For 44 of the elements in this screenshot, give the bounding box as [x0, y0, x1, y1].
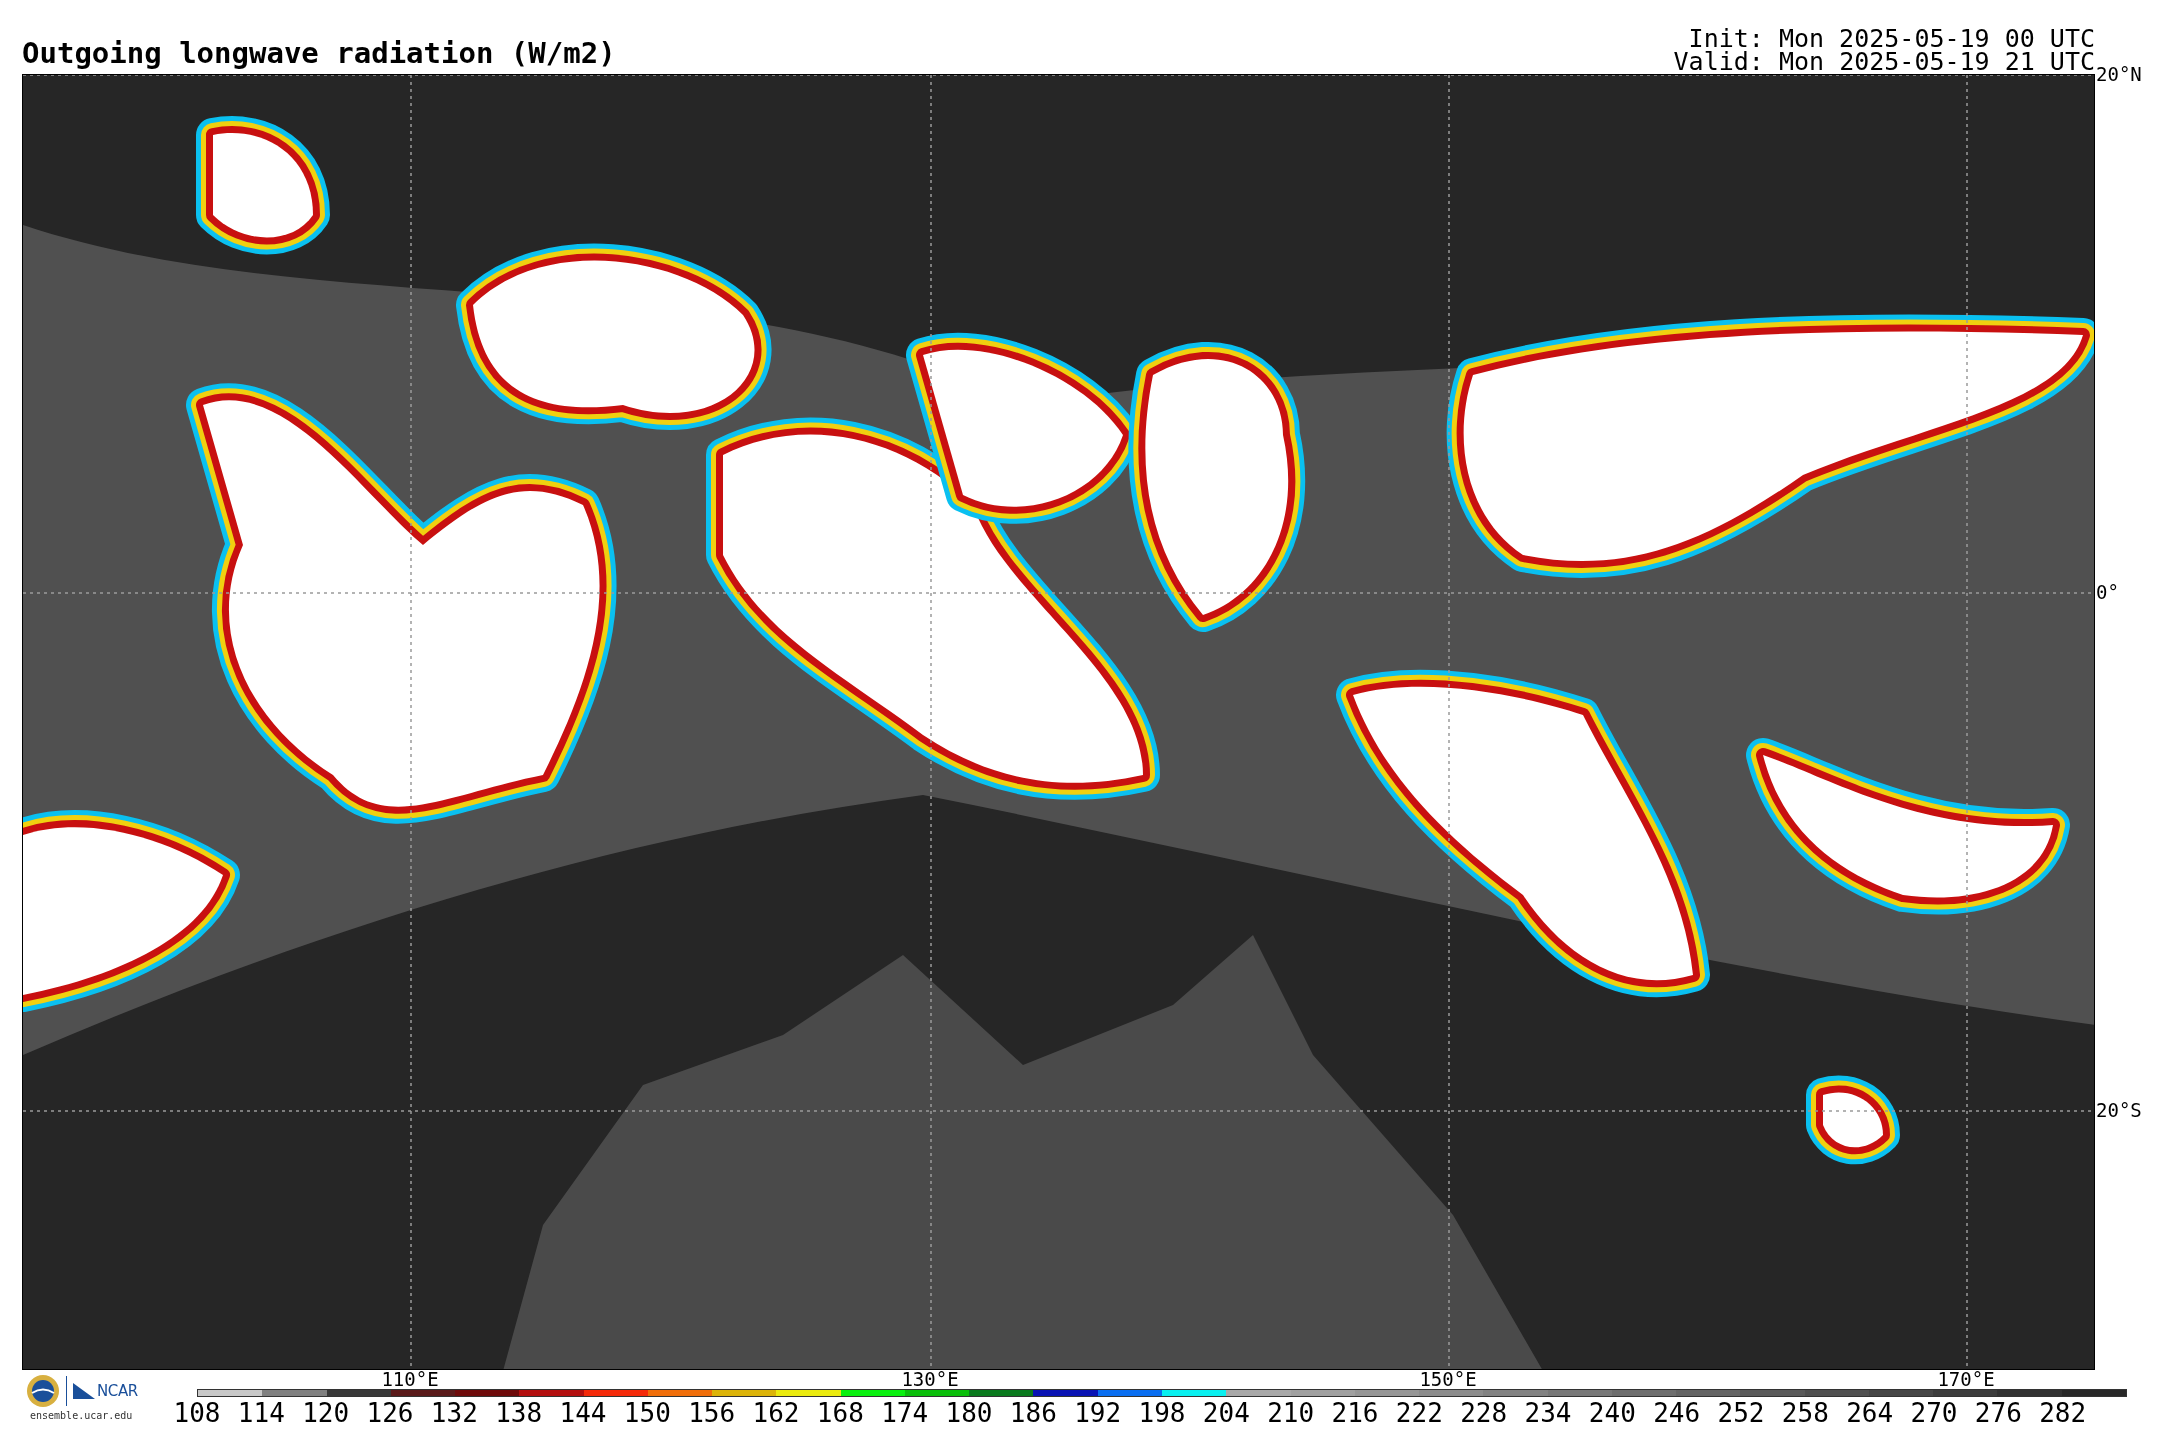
latitude-label: 20°N: [2096, 64, 2142, 84]
legend-value: 108: [173, 1398, 221, 1429]
legend-value: 204: [1202, 1398, 1250, 1429]
legend-value: 282: [2039, 1398, 2087, 1429]
legend-value: 234: [1524, 1398, 1572, 1429]
legend-value: 252: [1717, 1398, 1765, 1429]
legend-value: 198: [1138, 1398, 1186, 1429]
legend-value: 150: [623, 1398, 671, 1429]
valid-time: Valid: Mon 2025-05-19 21 UTC: [1673, 50, 2095, 73]
legend-value: 138: [495, 1398, 543, 1429]
legend-value: 174: [881, 1398, 929, 1429]
latitude-label: 20°S: [2096, 1100, 2142, 1120]
legend-value: 246: [1653, 1398, 1701, 1429]
legend-value: 270: [1910, 1398, 1958, 1429]
legend-value: 192: [1074, 1398, 1122, 1429]
longitude-label: 170°E: [1937, 1370, 1995, 1389]
legend-value: 210: [1267, 1398, 1315, 1429]
legend-value: 132: [430, 1398, 478, 1429]
triangle-logo-icon: [73, 1383, 95, 1399]
legend-value: 120: [302, 1398, 350, 1429]
legend-value: 228: [1460, 1398, 1508, 1429]
site-url: ensemble.ucar.edu: [29, 1410, 133, 1422]
legend-value: 258: [1781, 1398, 1829, 1429]
ncar-logo: NCAR: [73, 1383, 138, 1399]
seal-logo-icon: [26, 1374, 60, 1408]
legend-value: 162: [752, 1398, 800, 1429]
legend-value: 126: [366, 1398, 414, 1429]
chart-title: Outgoing longwave radiation (W/m2): [22, 36, 616, 72]
longitude-label: 110°E: [381, 1370, 439, 1389]
legend-value: 216: [1331, 1398, 1379, 1429]
legend-value: 168: [816, 1398, 864, 1429]
init-time: Init: Mon 2025-05-19 00 UTC: [1688, 27, 2095, 50]
legend-value: 114: [237, 1398, 285, 1429]
latitude-label: 0°: [2096, 582, 2119, 602]
legend-value: 222: [1395, 1398, 1443, 1429]
legend-value: 264: [1846, 1398, 1894, 1429]
legend-value: 276: [1974, 1398, 2022, 1429]
legend-value: 186: [1009, 1398, 1057, 1429]
legend-value: 156: [688, 1398, 736, 1429]
legend-value: 144: [559, 1398, 607, 1429]
legend-value: 180: [945, 1398, 993, 1429]
longitude-label: 150°E: [1419, 1370, 1477, 1389]
longitude-label: 130°E: [901, 1370, 959, 1389]
legend-value: 240: [1588, 1398, 1636, 1429]
